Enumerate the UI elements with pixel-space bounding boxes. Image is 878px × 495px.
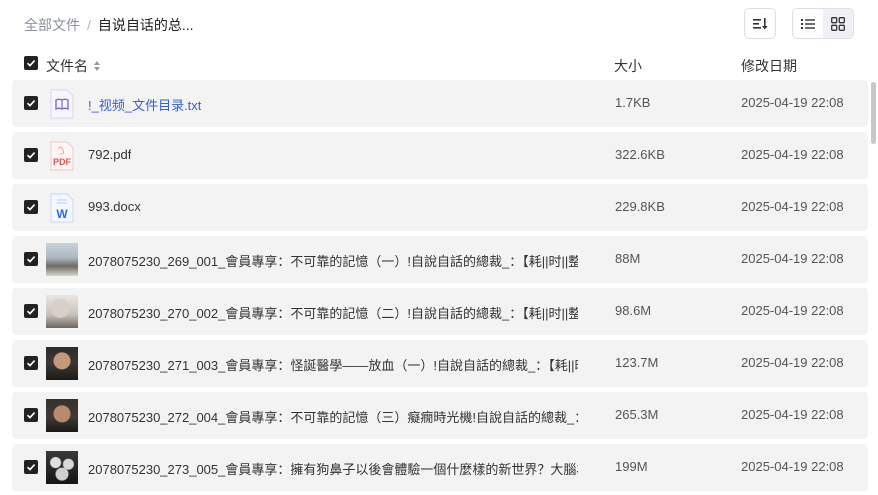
svg-text:PDF: PDF (53, 157, 72, 167)
video-thumbnail (46, 243, 78, 276)
row-checkbox[interactable] (24, 96, 38, 110)
video-thumbnail (46, 347, 78, 380)
breadcrumb-root-link[interactable]: 全部文件 (24, 15, 80, 35)
file-row[interactable]: !_视频_文件目录.txt 1.7KB 2025-04-19 22:08 (12, 80, 868, 127)
file-size: 1.7KB (615, 95, 651, 110)
file-date: 2025-04-19 22:08 (741, 199, 844, 214)
file-name[interactable]: 2078075230_271_003_會員專享：怪誕醫學——放血（一）!自說自話… (88, 355, 578, 374)
video-thumbnail (46, 399, 78, 432)
file-row[interactable]: 2078075230_272_004_會員專享：不可靠的記憶（三）癡癇時光機!自… (12, 392, 868, 439)
svg-text:W: W (56, 207, 68, 221)
check-icon (26, 204, 36, 211)
row-checkbox[interactable] (24, 408, 38, 422)
file-size: 229.8KB (615, 199, 665, 214)
view-toggle (792, 8, 854, 39)
row-checkbox[interactable] (24, 460, 38, 474)
select-all-checkbox[interactable] (24, 56, 38, 70)
file-row[interactable]: W 993.docx 229.8KB 2025-04-19 22:08 (12, 184, 868, 231)
video-thumbnail (46, 451, 78, 484)
row-checkbox[interactable] (24, 148, 38, 162)
check-icon (26, 152, 36, 159)
file-date: 2025-04-19 22:08 (741, 355, 844, 370)
file-name[interactable]: 792.pdf (88, 147, 131, 162)
file-size: 199M (615, 459, 648, 474)
txt-file-icon (46, 87, 78, 120)
column-header-name[interactable]: 文件名 (46, 56, 101, 76)
file-size: 123.7M (615, 355, 659, 370)
video-thumbnail (46, 295, 78, 328)
file-row[interactable]: 2078075230_269_001_會員專享：不可靠的記憶（一）!自說自話的總… (12, 236, 868, 283)
top-bar: 全部文件 / 自说自话的总... (0, 0, 878, 48)
row-checkbox[interactable] (24, 304, 38, 318)
file-date: 2025-04-19 22:08 (741, 407, 844, 422)
check-icon (26, 308, 36, 315)
grid-view-icon (831, 16, 845, 31)
row-checkbox[interactable] (24, 200, 38, 214)
check-icon (26, 256, 36, 263)
breadcrumb-current: 自说自话的总... (97, 17, 194, 33)
file-name[interactable]: 2078075230_270_002_會員專享：不可靠的記憶（二）!自說自話的總… (88, 303, 578, 322)
file-row[interactable]: 2078075230_273_005_會員專享：擁有狗鼻子以後會體驗一個什麼樣的… (12, 444, 868, 491)
file-date: 2025-04-19 22:08 (741, 95, 844, 110)
file-size: 265.3M (615, 407, 659, 422)
file-row[interactable]: 2078075230_270_002_會員專享：不可靠的記憶（二）!自說自話的總… (12, 288, 868, 335)
check-icon (26, 360, 36, 367)
file-row[interactable]: PDF 792.pdf 322.6KB 2025-04-19 22:08 (12, 132, 868, 179)
file-name[interactable]: 993.docx (88, 199, 141, 214)
file-date: 2025-04-19 22:08 (741, 459, 844, 474)
column-header-size[interactable]: 大小 (614, 56, 642, 76)
word-file-icon: W (46, 191, 78, 224)
check-icon (26, 464, 36, 471)
file-row[interactable]: 2078075230_271_003_會員專享：怪誕醫學——放血（一）!自說自話… (12, 340, 868, 387)
check-icon (26, 60, 36, 67)
sort-icon (753, 17, 768, 29)
file-name-link[interactable]: !_视频_文件目录.txt (88, 95, 201, 114)
grid-view-button[interactable] (823, 9, 853, 38)
check-icon (26, 100, 36, 107)
sort-caret-icon[interactable] (93, 60, 101, 72)
list-view-button[interactable] (793, 9, 823, 38)
row-checkbox[interactable] (24, 252, 38, 266)
file-size: 322.6KB (615, 147, 665, 162)
pdf-file-icon: PDF (46, 139, 78, 172)
file-name[interactable]: 2078075230_269_001_會員專享：不可靠的記憶（一）!自說自話的總… (88, 251, 578, 270)
column-name-label: 文件名 (46, 58, 88, 74)
file-date: 2025-04-19 22:08 (741, 147, 844, 162)
breadcrumb-separator: / (87, 17, 91, 33)
file-size: 98.6M (615, 303, 652, 318)
table-header: 文件名 大小 修改日期 (0, 52, 878, 76)
vertical-scrollbar[interactable] (871, 82, 876, 144)
list-view-icon (801, 18, 815, 29)
file-name[interactable]: 2078075230_272_004_會員專享：不可靠的記憶（三）癡癇時光機!自… (88, 407, 578, 426)
row-checkbox[interactable] (24, 356, 38, 370)
file-name[interactable]: 2078075230_273_005_會員專享：擁有狗鼻子以後會體驗一個什麼樣的… (88, 459, 578, 478)
check-icon (26, 412, 36, 419)
breadcrumb: 全部文件 / 自说自话的总... (24, 15, 194, 35)
file-date: 2025-04-19 22:08 (741, 251, 844, 266)
sort-button[interactable] (744, 8, 776, 39)
file-size: 88M (615, 251, 641, 266)
file-date: 2025-04-19 22:08 (741, 303, 844, 318)
column-header-date[interactable]: 修改日期 (741, 56, 797, 76)
